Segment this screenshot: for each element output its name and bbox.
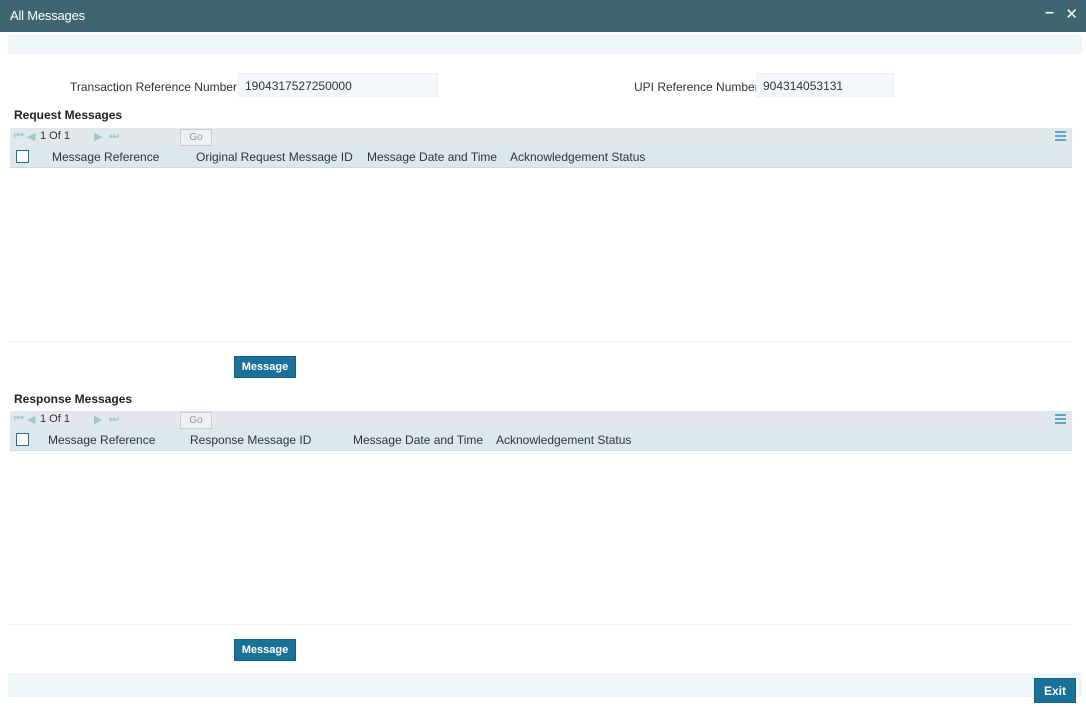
column-header[interactable]: Message Reference	[48, 433, 155, 447]
response-grid-header: Message Reference Response Message ID Me…	[10, 429, 1072, 451]
minimize-icon[interactable]: –	[1045, 4, 1054, 22]
request-grid-header: Message Reference Original Request Messa…	[10, 146, 1072, 168]
response-messages-grid: ⏮ ◀ 1 Of 1 ▶ ⏭ Go Message Reference Resp…	[10, 411, 1072, 625]
last-page-icon[interactable]: ⏭	[109, 130, 119, 143]
next-page-icon[interactable]: ▶	[94, 413, 102, 426]
window-title: All Messages	[10, 8, 85, 23]
select-all-checkbox[interactable]	[16, 150, 29, 163]
column-header[interactable]: Response Message ID	[190, 433, 311, 447]
response-message-button[interactable]: Message	[234, 639, 296, 661]
request-grid-body	[10, 168, 1072, 342]
column-header[interactable]: Acknowledgement Status	[510, 150, 645, 164]
list-icon[interactable]	[1055, 131, 1066, 142]
txn-ref-field[interactable]: 1904317527250000	[238, 73, 438, 97]
response-pager: ⏮ ◀ 1 Of 1 ▶ ⏭ Go	[10, 411, 1072, 429]
column-header[interactable]: Original Request Message ID	[196, 150, 353, 164]
page-indicator: 1 Of 1	[40, 130, 70, 142]
request-message-button[interactable]: Message	[234, 356, 296, 378]
footer-bar	[8, 673, 1082, 697]
exit-button[interactable]: Exit	[1034, 678, 1076, 703]
prev-page-icon[interactable]: ◀	[27, 413, 35, 426]
column-header[interactable]: Message Date and Time	[367, 150, 497, 164]
txn-ref-label: Transaction Reference Number	[70, 80, 237, 94]
request-messages-grid: ⏮ ◀ 1 Of 1 ▶ ⏭ Go Message Reference Orig…	[10, 128, 1072, 342]
page-indicator: 1 Of 1	[40, 413, 70, 425]
upi-ref-field[interactable]: 904314053131	[756, 73, 894, 97]
prev-page-icon[interactable]: ◀	[27, 130, 35, 143]
first-page-icon[interactable]: ⏮	[14, 130, 24, 143]
column-header[interactable]: Message Date and Time	[353, 433, 483, 447]
toolbar-strip	[8, 35, 1082, 54]
last-page-icon[interactable]: ⏭	[109, 413, 119, 426]
column-header[interactable]: Message Reference	[52, 150, 159, 164]
request-pager: ⏮ ◀ 1 Of 1 ▶ ⏭ Go	[10, 128, 1072, 146]
column-header[interactable]: Acknowledgement Status	[496, 433, 631, 447]
close-icon[interactable]: ✕	[1065, 5, 1078, 23]
list-icon[interactable]	[1055, 414, 1066, 425]
upi-ref-label: UPI Reference Number	[634, 80, 759, 94]
go-button[interactable]: Go	[180, 129, 212, 146]
response-grid-body	[10, 451, 1072, 625]
response-messages-title: Response Messages	[14, 392, 133, 406]
request-messages-title: Request Messages	[14, 108, 123, 122]
go-button[interactable]: Go	[180, 412, 212, 429]
window-titlebar: All Messages – ✕	[0, 0, 1086, 32]
select-all-checkbox[interactable]	[16, 433, 29, 446]
first-page-icon[interactable]: ⏮	[14, 413, 24, 426]
next-page-icon[interactable]: ▶	[94, 130, 102, 143]
